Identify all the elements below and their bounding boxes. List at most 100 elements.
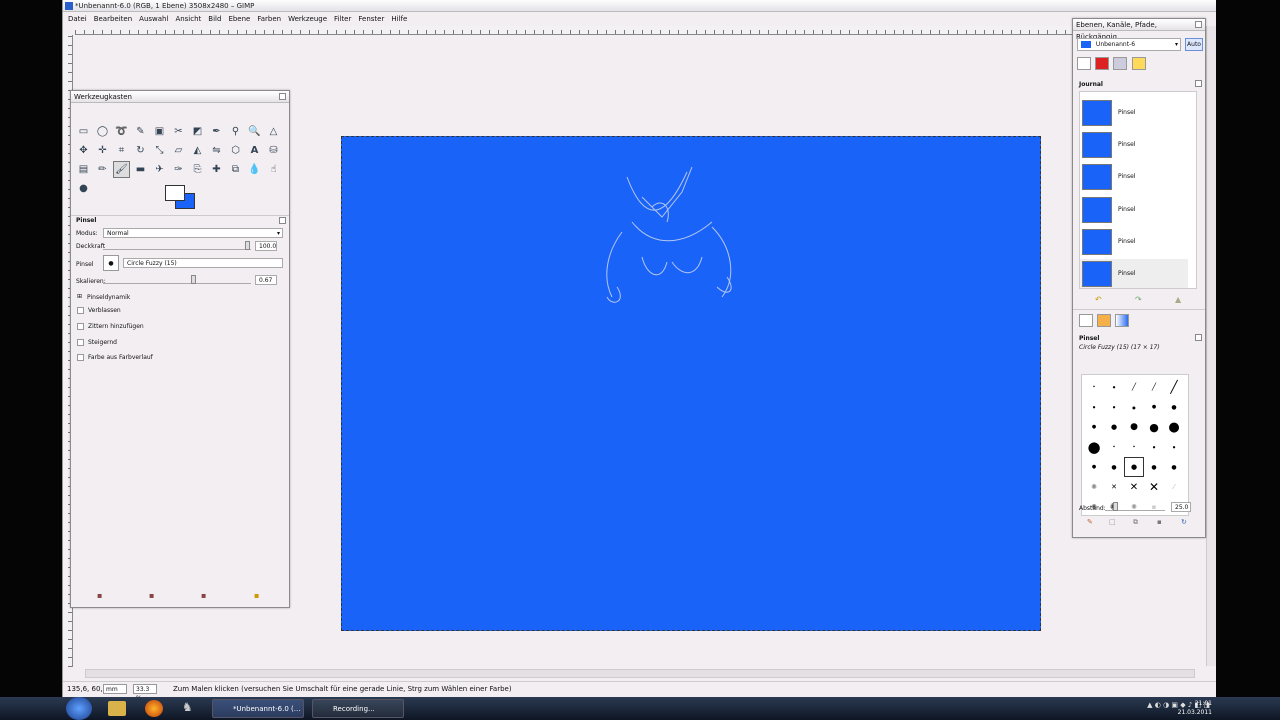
clear-history-icon[interactable]: ▲ <box>1175 295 1181 304</box>
flip-icon[interactable]: ⇋ <box>208 142 225 159</box>
menu-datei[interactable]: Datei <box>68 13 87 25</box>
brush-fuzzy-icon[interactable]: ● <box>1084 457 1104 477</box>
image-select[interactable]: Unbenannt-6 ▾ <box>1077 38 1181 51</box>
journal-list[interactable]: Pinsel Pinsel Pinsel Pinsel Pinsel Pinse… <box>1079 91 1197 289</box>
list-item[interactable]: Pinsel <box>1080 259 1188 288</box>
fade-checkbox[interactable] <box>77 307 84 314</box>
auto-button[interactable]: Auto <box>1185 38 1203 51</box>
menu-filter[interactable]: Filter <box>334 13 351 25</box>
restore-options-icon[interactable]: ▪ <box>149 591 157 600</box>
start-button[interactable] <box>66 697 92 720</box>
menu-bearbeiten[interactable]: Bearbeiten <box>94 13 132 25</box>
brush-dot-icon[interactable]: ● <box>1144 417 1164 437</box>
brush-cross-icon[interactable]: ✕ <box>1104 477 1124 497</box>
fuzzy-select-icon[interactable]: ✎ <box>132 123 149 140</box>
foreground-select-icon[interactable]: ◩ <box>189 123 206 140</box>
incremental-checkbox[interactable] <box>77 339 84 346</box>
brush-dot-icon[interactable]: ● <box>1084 417 1104 437</box>
toolbox-title[interactable]: Werkzeugkasten <box>71 91 289 103</box>
text-icon[interactable]: A <box>246 142 263 159</box>
foreground-color[interactable] <box>165 185 185 201</box>
delete-brush-icon[interactable]: ▪ <box>1157 518 1162 526</box>
unit-select[interactable]: mm <box>103 684 127 694</box>
menu-bild[interactable]: Bild <box>208 13 221 25</box>
gimp-taskbar-icon[interactable]: ♞ <box>182 700 200 717</box>
gradient-icon[interactable]: ▤ <box>75 161 92 178</box>
brush-texture-icon[interactable]: ⁄ <box>1164 477 1184 497</box>
opacity-slider-knob[interactable] <box>245 241 250 250</box>
brush-cross-icon[interactable]: ✕ <box>1124 477 1144 497</box>
rect-select-icon[interactable]: ▭ <box>75 123 92 140</box>
heal-icon[interactable]: ✚ <box>208 161 225 178</box>
lasso-icon[interactable]: ➰ <box>113 123 130 140</box>
brush-dot-icon[interactable]: ● <box>1104 377 1124 397</box>
brush-preview[interactable]: ● <box>103 255 119 271</box>
mode-select[interactable]: Normal ▾ <box>103 228 283 238</box>
pencil-icon[interactable]: ✏ <box>94 161 111 178</box>
brush-dot-icon[interactable]: ● <box>1164 437 1184 457</box>
refresh-brushes-icon[interactable]: ↻ <box>1181 518 1187 526</box>
vertical-scrollbar[interactable] <box>1206 26 1216 666</box>
brush-fuzzy-selected-icon[interactable]: ● <box>1124 457 1144 477</box>
horizontal-scrollbar[interactable] <box>85 669 1195 678</box>
tab-channels-icon[interactable] <box>1095 57 1110 70</box>
perspective-clone-icon[interactable]: ⧉ <box>227 161 244 178</box>
undo-icon[interactable]: ↶ <box>1095 295 1102 304</box>
brush-dot-icon[interactable]: ● <box>1124 417 1144 437</box>
brush-line-icon[interactable]: ╱ <box>1144 377 1164 397</box>
dodge-burn-icon[interactable]: ● <box>75 180 92 197</box>
brush-line-icon[interactable]: ╱ <box>1164 377 1184 397</box>
brush-fuzzy-icon[interactable]: ● <box>1144 457 1164 477</box>
scissors-icon[interactable]: ✂ <box>170 123 187 140</box>
rotate-icon[interactable]: ↻ <box>132 142 149 159</box>
zoom-select[interactable]: 33.3 % <box>133 684 157 702</box>
brush-dot-icon[interactable]: ● <box>1084 377 1104 397</box>
dynamics-label[interactable]: Pinseldynamik <box>87 294 130 301</box>
menu-farben[interactable]: Farben <box>257 13 281 25</box>
brush-dot-icon[interactable]: ● <box>1104 417 1124 437</box>
list-item[interactable]: Pinsel <box>1080 130 1188 160</box>
brush-grid[interactable]: ● ● ╱ ╱ ╱ ● ● ● ● ● ● ● ● ● ● ● ● ● ● ● … <box>1081 374 1189 516</box>
zoom-icon[interactable]: 🔍 <box>246 123 263 140</box>
list-item[interactable]: Pinsel <box>1080 98 1188 128</box>
tab-brushes-icon[interactable] <box>1079 314 1093 327</box>
opacity-slider[interactable] <box>103 241 251 250</box>
blur-icon[interactable]: 💧 <box>246 161 263 178</box>
tab-layers-icon[interactable] <box>1077 57 1091 70</box>
brush-dot-icon[interactable]: ● <box>1104 397 1124 417</box>
menu-fenster[interactable]: Fenster <box>358 13 384 25</box>
spacing-slider[interactable] <box>1105 502 1165 511</box>
close-icon[interactable] <box>1195 21 1202 28</box>
menu-auswahl[interactable]: Auswahl <box>139 13 168 25</box>
brush-dot-icon[interactable]: ● <box>1144 437 1164 457</box>
bucket-fill-icon[interactable]: ⛁ <box>265 142 282 159</box>
airbrush-icon[interactable]: ✈ <box>151 161 168 178</box>
list-item[interactable]: Pinsel <box>1080 227 1188 257</box>
brush-name-field[interactable]: Circle Fuzzy (15) <box>123 258 283 268</box>
paths-icon[interactable]: ✒ <box>208 123 225 140</box>
align-icon[interactable]: ✛ <box>94 142 111 159</box>
clock[interactable]: 21:01 21.03.2011 <box>1178 699 1212 717</box>
color-swatches[interactable] <box>163 183 199 211</box>
spacing-slider-knob[interactable] <box>1113 502 1118 511</box>
color-picker-icon[interactable]: ⚲ <box>227 123 244 140</box>
brush-dot-icon[interactable]: ● <box>1104 437 1124 457</box>
jitter-checkbox[interactable] <box>77 323 84 330</box>
move-icon[interactable]: ✥ <box>75 142 92 159</box>
menu-werkzeuge[interactable]: Werkzeuge <box>288 13 327 25</box>
window-titlebar[interactable]: *Unbenannt-6.0 (RGB, 1 Ebene) 3508x2480 … <box>63 0 1216 12</box>
measure-icon[interactable]: △ <box>265 123 282 140</box>
menu-ansicht[interactable]: Ansicht <box>175 13 201 25</box>
eraser-icon[interactable]: ▬ <box>132 161 149 178</box>
brush-fuzzy-icon[interactable]: ● <box>1104 457 1124 477</box>
ellipse-select-icon[interactable]: ◯ <box>94 123 111 140</box>
dock-title[interactable]: Ebenen, Kanäle, Pfade, Rückgängig... <box>1073 19 1205 41</box>
taskbar-gimp-button[interactable]: *Unbenannt-6.0 (... <box>212 699 304 718</box>
opacity-value[interactable]: 100.0 <box>255 241 277 251</box>
tab-gradients-icon[interactable] <box>1115 314 1130 327</box>
menu-hilfe[interactable]: Hilfe <box>391 13 407 25</box>
scale-slider-knob[interactable] <box>191 275 196 284</box>
scale-slider[interactable] <box>103 275 251 284</box>
smudge-icon[interactable]: ☝ <box>265 161 282 178</box>
menu-ebene[interactable]: Ebene <box>228 13 250 25</box>
